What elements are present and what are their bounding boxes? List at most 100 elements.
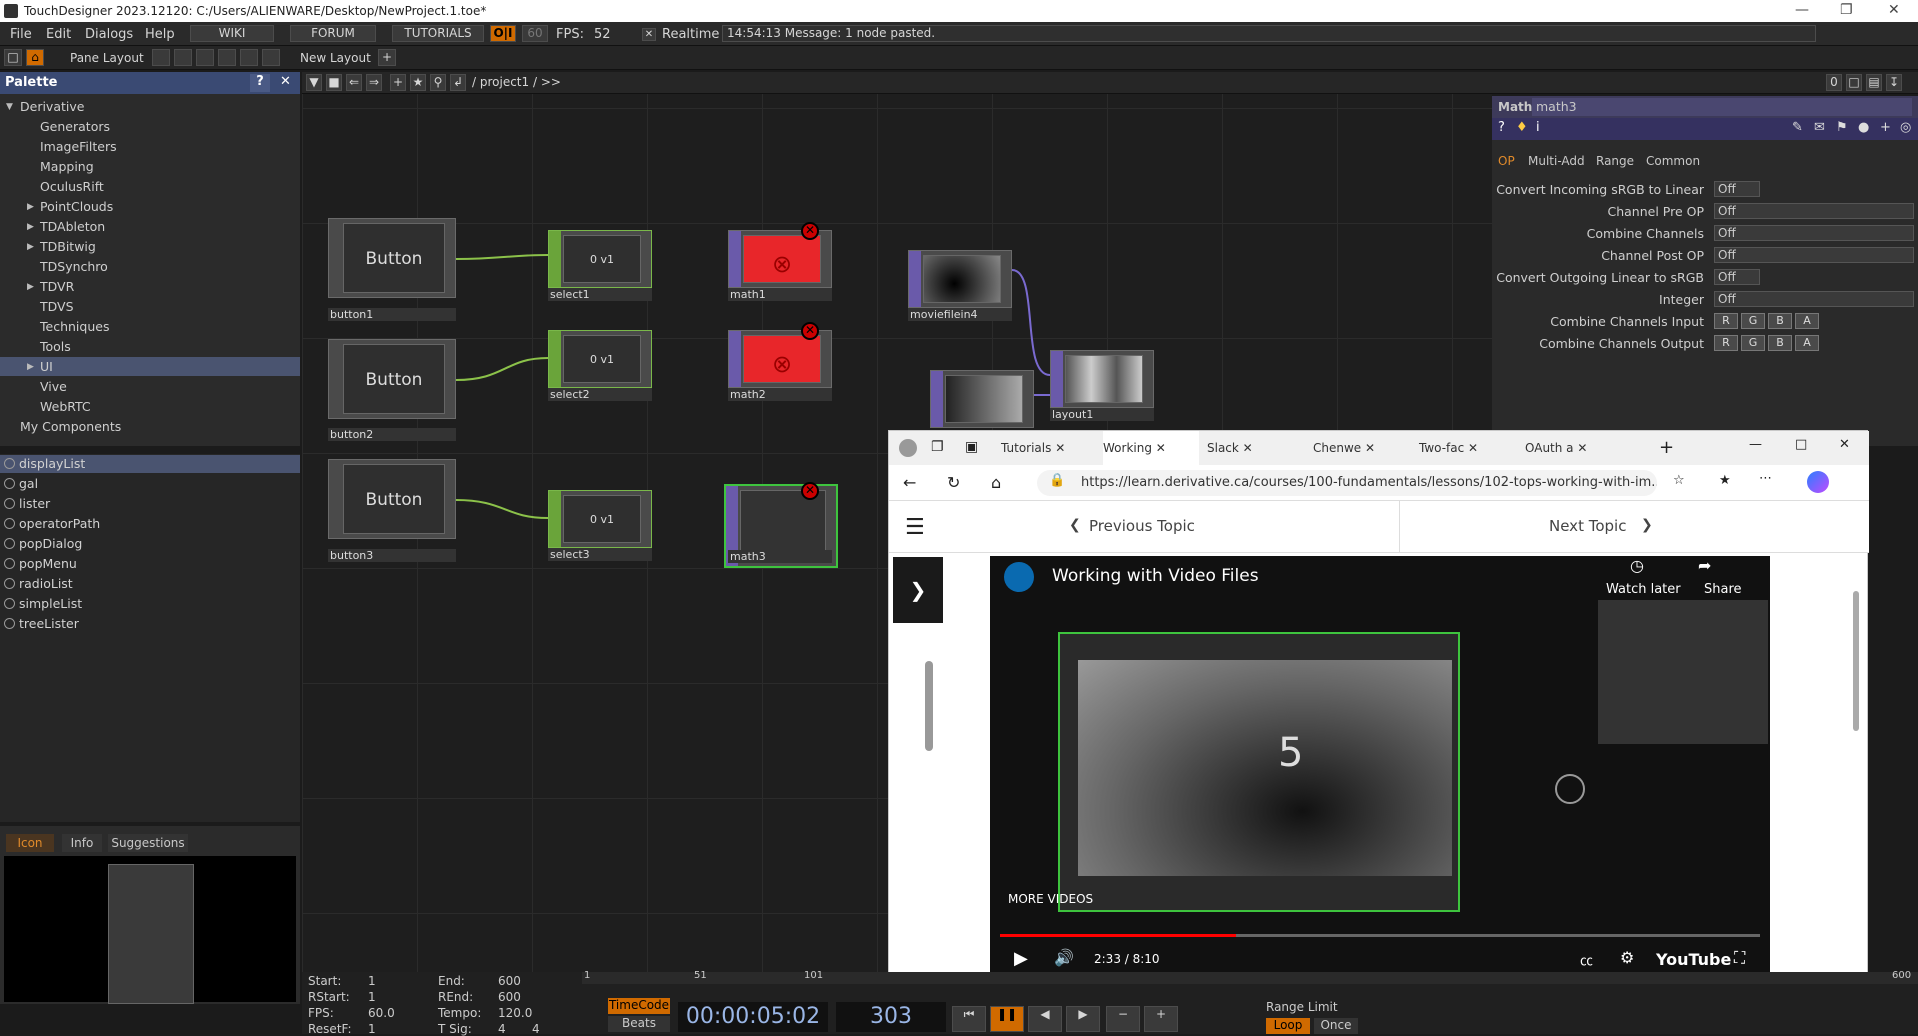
browser-restore-icon[interactable]: □ xyxy=(1795,437,1807,452)
node-button3[interactable]: Button xyxy=(328,459,456,539)
fullscreen-icon[interactable]: ⛶ xyxy=(1734,948,1745,968)
next-chevron-icon[interactable]: ❯ xyxy=(1641,517,1653,533)
error-badge-icon[interactable]: ✕ xyxy=(801,322,819,340)
tab-common[interactable]: Common xyxy=(1646,154,1700,168)
browser-tab[interactable]: OAuth a ✕ xyxy=(1525,431,1625,465)
share-label[interactable]: Share xyxy=(1704,582,1742,597)
new-tab-icon[interactable]: + xyxy=(1659,437,1674,458)
node-math2[interactable]: ⊗ xyxy=(728,330,832,388)
help-icon[interactable]: ? xyxy=(1498,120,1505,135)
error-badge-icon[interactable]: ✕ xyxy=(801,222,819,240)
copilot-icon[interactable] xyxy=(1807,471,1829,493)
lock-icon[interactable]: 🔒 xyxy=(1049,473,1065,488)
target-icon[interactable]: ◎ xyxy=(1900,120,1911,135)
tab-op[interactable]: OP xyxy=(1498,154,1515,168)
rstart-value[interactable]: 1 xyxy=(368,990,376,1004)
minus-icon[interactable]: − xyxy=(1106,1006,1140,1032)
error-badge-icon[interactable]: ✕ xyxy=(801,482,819,500)
collections-icon[interactable]: ★ xyxy=(1719,473,1731,488)
browser-tab-active[interactable]: Working ✕ xyxy=(1103,431,1199,465)
timeline-ruler[interactable]: 1 51 101 600 xyxy=(582,970,1918,984)
node-moviefilein4[interactable] xyxy=(908,250,1012,308)
settings-gear-icon[interactable]: ⚙ xyxy=(1620,948,1634,967)
node-select2[interactable]: 0 v1 xyxy=(548,330,652,388)
browser-tab[interactable]: Chenwe ✕ xyxy=(1313,431,1413,465)
node-layout1[interactable] xyxy=(1050,350,1154,408)
share-icon[interactable]: ➦ xyxy=(1698,556,1711,575)
next-topic-link[interactable]: Next Topic xyxy=(1549,517,1626,535)
timecode-display[interactable]: 00:00:05:02 xyxy=(678,1002,828,1032)
edit-icon[interactable]: ✎ xyxy=(1792,120,1803,135)
rgba-output-toggles[interactable]: RGBA xyxy=(1714,335,1822,351)
rgba-input-toggles[interactable]: RGBA xyxy=(1714,313,1822,329)
tab-multi-add[interactable]: Multi-Add xyxy=(1528,154,1585,168)
tab-range[interactable]: Range xyxy=(1596,154,1634,168)
node-select3[interactable]: 0 v1 xyxy=(548,490,652,548)
channel-icon[interactable] xyxy=(1004,562,1034,592)
comment-icon[interactable]: ✉ xyxy=(1814,120,1825,135)
node-moviefilein-2[interactable] xyxy=(930,370,1034,428)
watch-later-label[interactable]: Watch later xyxy=(1606,582,1681,597)
param-dropdown[interactable]: Off xyxy=(1714,203,1914,219)
clock-icon[interactable]: ◷ xyxy=(1630,556,1644,575)
browser-tab[interactable]: Slack ✕ xyxy=(1207,431,1307,465)
param-dropdown[interactable]: Off xyxy=(1714,247,1914,263)
profile-icon[interactable] xyxy=(899,439,917,457)
param-toggle[interactable]: Off xyxy=(1714,181,1760,197)
python-icon[interactable]: ♦ xyxy=(1516,120,1528,135)
browser-minimize-icon[interactable]: — xyxy=(1749,437,1762,452)
param-toggle[interactable]: Off xyxy=(1714,269,1760,285)
hamburger-menu-icon[interactable]: ☰ xyxy=(905,515,925,540)
start-value[interactable]: 1 xyxy=(368,974,376,988)
node-button1[interactable]: Button xyxy=(328,218,456,298)
rend-value[interactable]: 600 xyxy=(498,990,521,1004)
youtube-player[interactable]: Working with Video Files ◷ ➦ Watch later… xyxy=(990,556,1770,978)
node-math1[interactable]: ⊗ xyxy=(728,230,832,288)
tempo-value[interactable]: 120.0 xyxy=(498,1006,532,1020)
op-name-field[interactable]: math3 xyxy=(1532,98,1912,116)
more-icon[interactable]: ⋯ xyxy=(1759,471,1772,486)
end-value[interactable]: 600 xyxy=(498,974,521,988)
sidebar-scrollbar[interactable] xyxy=(925,661,933,751)
tag-icon[interactable]: ⚑ xyxy=(1836,120,1848,135)
fps-value[interactable]: 60.0 xyxy=(368,1006,395,1020)
volume-icon[interactable]: 🔊 xyxy=(1054,948,1074,967)
workspaces-icon[interactable]: ❐ xyxy=(931,439,944,455)
node-select1[interactable]: 0 v1 xyxy=(548,230,652,288)
browser-tab[interactable]: Two-fac ✕ xyxy=(1419,431,1519,465)
info-icon[interactable]: i xyxy=(1536,120,1540,135)
home-icon[interactable]: ⌂ xyxy=(991,473,1001,492)
add-icon[interactable]: + xyxy=(1880,120,1891,135)
page-scrollbar[interactable] xyxy=(1853,591,1859,731)
video-title[interactable]: Working with Video Files xyxy=(1052,566,1259,586)
previous-topic-link[interactable]: Previous Topic xyxy=(1089,517,1195,535)
tab-actions-icon[interactable]: ▣ xyxy=(965,439,978,455)
url-bar[interactable]: https://learn.derivative.ca/courses/100-… xyxy=(1037,470,1657,496)
node-button2[interactable]: Button xyxy=(328,339,456,419)
sidebar-toggle[interactable]: ❯ xyxy=(893,557,943,623)
back-arrow-icon[interactable]: ← xyxy=(903,473,916,492)
param-dropdown[interactable]: Off xyxy=(1714,291,1914,307)
rewind-icon[interactable]: ⏮ xyxy=(952,1006,986,1032)
favorite-icon[interactable]: ☆ xyxy=(1673,473,1685,488)
prev-chevron-icon[interactable]: ❮ xyxy=(1069,517,1081,533)
pause-icon[interactable]: ❚❚ xyxy=(990,1006,1024,1032)
loop-toggle[interactable]: Loop xyxy=(1266,1018,1310,1034)
browser-tab[interactable]: Tutorials ✕ xyxy=(1001,431,1101,465)
step-back-icon[interactable]: ◀ xyxy=(1028,1006,1062,1032)
plus-icon[interactable]: + xyxy=(1144,1006,1178,1032)
once-toggle[interactable]: Once xyxy=(1314,1018,1358,1034)
frame-display[interactable]: 303 xyxy=(836,1002,946,1032)
captions-icon[interactable]: ㏄ xyxy=(1580,950,1593,969)
play-icon[interactable]: ▶ xyxy=(1014,948,1028,969)
python-help-icon[interactable]: ● xyxy=(1858,120,1869,135)
timecode-toggle[interactable]: TimeCode xyxy=(608,998,670,1014)
reload-icon[interactable]: ↻ xyxy=(947,473,960,492)
more-videos-button[interactable]: MORE VIDEOS xyxy=(1008,892,1093,906)
play-forward-icon[interactable]: ▶ xyxy=(1066,1006,1100,1032)
progress-track[interactable] xyxy=(1000,934,1760,937)
beats-toggle[interactable]: Beats xyxy=(608,1016,670,1032)
param-dropdown[interactable]: Off xyxy=(1714,225,1914,241)
browser-close-icon[interactable]: ✕ xyxy=(1839,437,1850,452)
youtube-logo[interactable]: YouTube xyxy=(1656,950,1731,969)
